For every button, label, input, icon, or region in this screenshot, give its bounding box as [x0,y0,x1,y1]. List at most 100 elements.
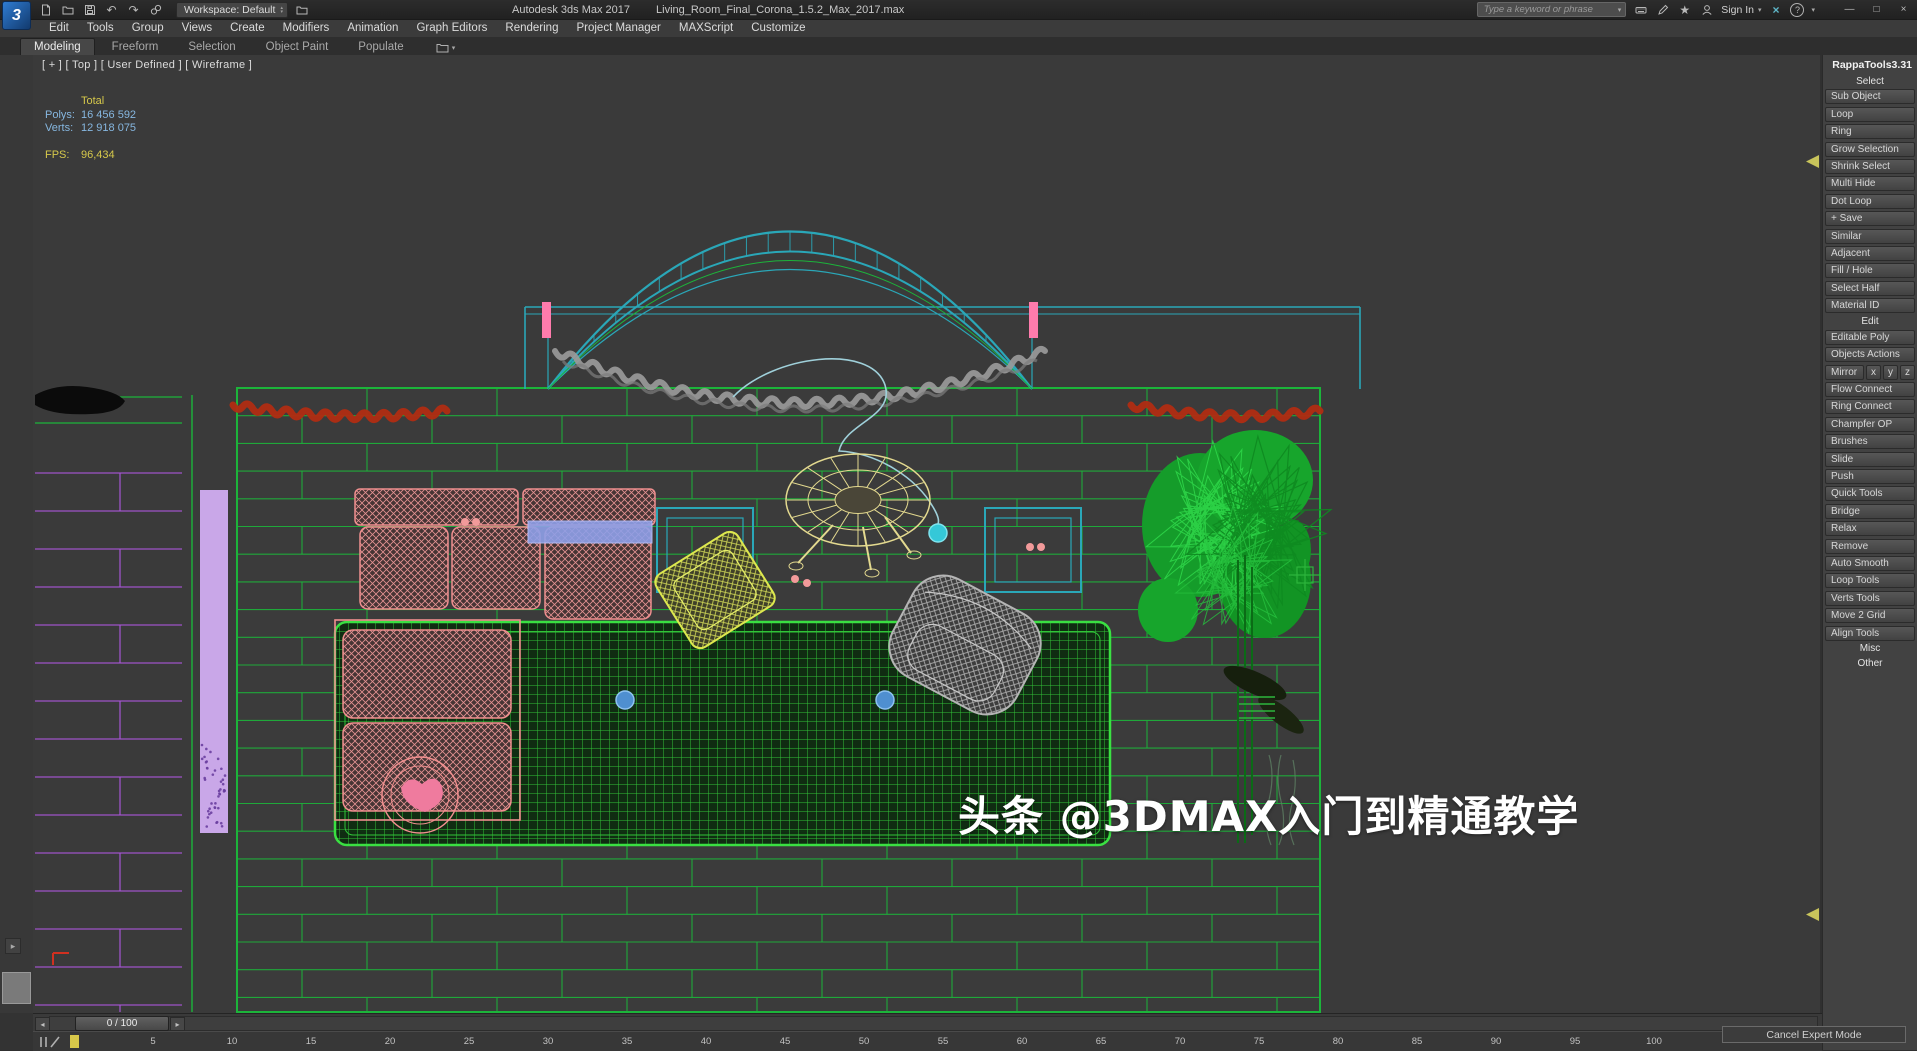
rappatools-button-flow-connect[interactable]: Flow Connect [1825,382,1915,397]
menu-project-manager[interactable]: Project Manager [567,20,669,36]
rappatools-button-quick-tools[interactable]: Quick Tools [1825,486,1915,501]
rappatools-button-material-id[interactable]: Material ID [1825,298,1915,313]
close-button[interactable]: × [1890,0,1917,19]
link-icon[interactable] [148,2,163,17]
tab-populate[interactable]: Populate [345,39,416,55]
time-slider-next-icon[interactable]: ▸ [170,1017,185,1031]
app-logo-3dsmax[interactable]: 3 [2,1,31,30]
time-slider[interactable]: ◂ 0 / 100 ▸ [33,1013,1822,1032]
rappatools-button-remove[interactable]: Remove [1825,539,1915,554]
redo-icon[interactable]: ↷ [126,2,141,17]
menu-views[interactable]: Views [173,20,221,36]
menu-maxscript[interactable]: MAXScript [670,20,742,36]
save-icon[interactable] [82,2,97,17]
ribbon-config-button[interactable]: ▾ [431,40,461,55]
rappatools-button-similar[interactable]: Similar [1825,229,1915,244]
rappatools-button-fill-hole[interactable]: Fill / Hole [1825,263,1915,278]
new-scene-icon[interactable] [38,2,53,17]
viewport-label[interactable]: [ + ] [ Top ] [ User Defined ] [ Wirefra… [42,59,252,71]
time-slider-track[interactable] [49,1016,1818,1031]
viewport-layout-thumb[interactable] [2,972,31,1004]
rappatools-button-ring[interactable]: Ring [1825,124,1915,139]
rappatools-button-verts-tools[interactable]: Verts Tools [1825,591,1915,606]
minimize-button[interactable]: — [1836,0,1863,19]
frame-tick-25: 25 [464,1036,475,1047]
cancel-expert-mode-button[interactable]: Cancel Expert Mode [1722,1026,1906,1043]
menu-modifiers[interactable]: Modifiers [274,20,339,36]
pen-icon[interactable] [1655,2,1670,17]
rappatools-button-move-2-grid[interactable]: Move 2 Grid [1825,608,1915,623]
rappatools-button-grow-selection[interactable]: Grow Selection [1825,142,1915,157]
rappatools-button-brushes[interactable]: Brushes [1825,434,1915,449]
rappatools-button-loop[interactable]: Loop [1825,107,1915,122]
rappatools-button-shrink-select[interactable]: Shrink Select [1825,159,1915,174]
rappatools-button-champfer-op[interactable]: Champfer OP [1825,417,1915,432]
blue-pillow[interactable] [528,521,652,543]
workspace-dropdown[interactable]: Workspace: Default ▴▾ [176,2,288,18]
rappatools-button-adjacent[interactable]: Adjacent [1825,246,1915,261]
keyboard-icon[interactable] [1633,2,1648,17]
menu-graph-editors[interactable]: Graph Editors [407,20,496,36]
rappatools-button-editable-poly[interactable]: Editable Poly [1825,330,1915,345]
stat-polys: Polys:16 456 592 [45,109,136,123]
menu-animation[interactable]: Animation [338,20,407,36]
menu-customize[interactable]: Customize [742,20,814,36]
mini-curve-editor-icon[interactable] [38,1036,64,1048]
rappatools-mirror-axis-y[interactable]: y [1883,365,1898,380]
rappatools-button-push[interactable]: Push [1825,469,1915,484]
blue-sphere-left[interactable] [616,691,634,709]
rappatools-button-auto-smooth[interactable]: Auto Smooth [1825,556,1915,571]
user-icon[interactable] [1699,2,1714,17]
sign-in-button[interactable]: Sign In ▾ [1721,4,1761,16]
search-input[interactable] [1482,3,1618,16]
tab-modeling[interactable]: Modeling [20,38,95,55]
rappatools-button-mirror[interactable]: Mirror [1825,365,1864,380]
viewport-layout-arrow[interactable]: ▸ [5,938,21,954]
menu-group[interactable]: Group [123,20,173,36]
rappatools-mirror-axis-x[interactable]: x [1866,365,1881,380]
menu-tools[interactable]: Tools [78,20,123,36]
current-frame-marker[interactable] [70,1035,79,1048]
cyan-sphere[interactable] [929,524,947,542]
left-wall-wireframe[interactable] [35,395,192,1012]
tab-selection[interactable]: Selection [175,39,248,55]
rappatools-button-bridge[interactable]: Bridge [1825,504,1915,519]
rappatools-button-align-tools[interactable]: Align Tools [1825,626,1915,641]
undo-icon[interactable]: ↶ [104,2,119,17]
viewport-top[interactable]: [ + ] [ Top ] [ User Defined ] [ Wirefra… [33,55,1820,1013]
black-object[interactable] [35,386,125,414]
time-slider-thumb[interactable]: 0 / 100 [75,1016,169,1031]
viewport-scene[interactable] [33,55,1820,1013]
rappatools-button-objects-actions[interactable]: Objects Actions [1825,347,1915,362]
manage-workspace-icon[interactable] [295,2,310,17]
tab-object-paint[interactable]: Object Paint [253,39,342,55]
rappatools-mirror-axis-z[interactable]: z [1900,365,1915,380]
time-slider-prev-icon[interactable]: ◂ [35,1017,50,1031]
rappatools-button-dot-loop[interactable]: Dot Loop [1825,194,1915,209]
tab-freeform[interactable]: Freeform [99,39,172,55]
violet-panel[interactable] [200,490,228,833]
rappatools-button-sub-object[interactable]: Sub Object [1825,89,1915,104]
blue-sphere-right[interactable] [876,691,894,709]
rappatools-button-slide[interactable]: Slide [1825,452,1915,467]
maximize-button[interactable]: □ [1863,0,1890,19]
help-icon[interactable]: ? [1790,3,1804,17]
rappatools-button-ring-connect[interactable]: Ring Connect [1825,399,1915,414]
track-bar[interactable]: 0510152025303540455055606570758085909510… [33,1031,1822,1051]
workspace-spinner[interactable]: ▴▾ [280,6,283,14]
rappatools-button-select-half[interactable]: Select Half [1825,281,1915,296]
open-file-icon[interactable] [60,2,75,17]
search-caret-icon[interactable]: ▾ [1618,6,1622,14]
search-box[interactable]: ▾ [1477,2,1627,17]
rappatools-button-multi-hide[interactable]: Multi Hide [1825,176,1915,191]
menu-edit[interactable]: Edit [40,20,78,36]
rappatools-button-save[interactable]: + Save [1825,211,1915,226]
rappatools-button-loop-tools[interactable]: Loop Tools [1825,573,1915,588]
help-caret-icon[interactable]: ▾ [1811,6,1815,14]
menu-rendering[interactable]: Rendering [496,20,567,36]
menu-create[interactable]: Create [221,20,274,36]
rappatools-button-relax[interactable]: Relax [1825,521,1915,536]
community-x-icon[interactable]: × [1768,2,1783,17]
roof-arch-wireframe[interactable] [525,232,1360,390]
star-icon[interactable]: ★ [1677,2,1692,17]
